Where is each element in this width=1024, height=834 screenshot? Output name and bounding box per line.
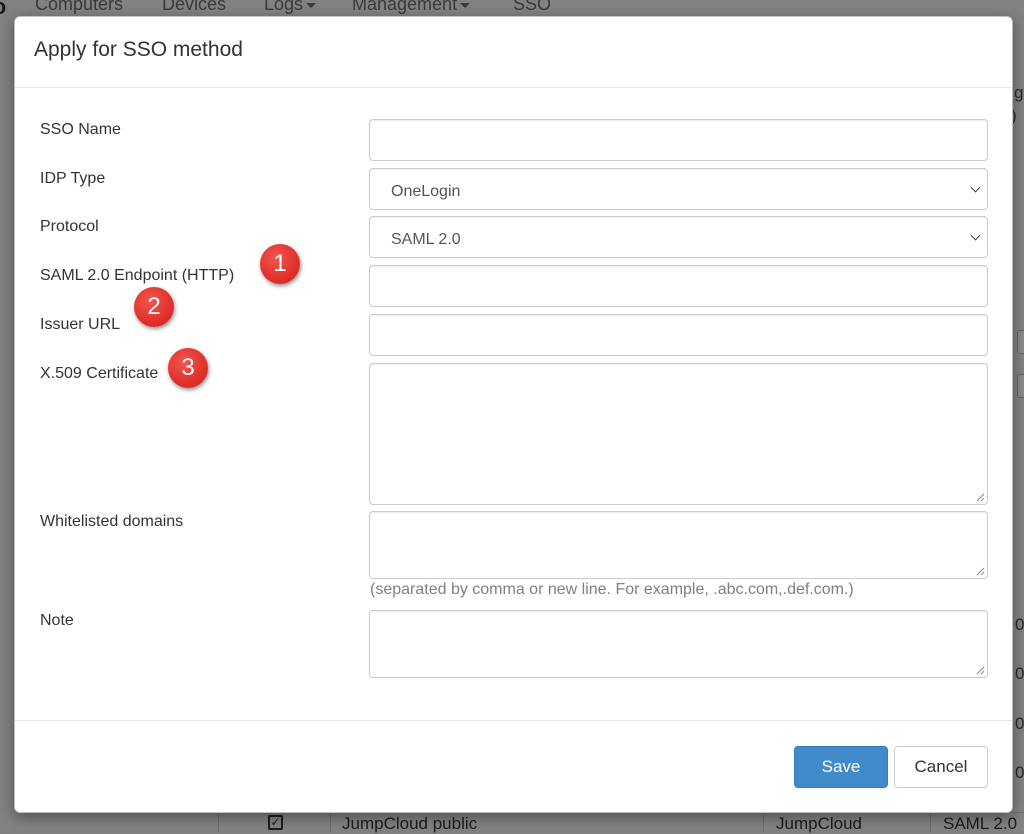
resize-handle-icon[interactable] — [976, 567, 985, 576]
endpoint-input[interactable] — [369, 265, 988, 307]
nav-sso[interactable]: SSO — [513, 0, 551, 15]
background-text-fragment: g — [1014, 83, 1024, 102]
table-divider — [330, 813, 331, 832]
background-text-fragment: 0 — [1015, 664, 1024, 683]
table-divider — [930, 813, 931, 832]
modal-title: Apply for SSO method — [34, 38, 243, 61]
nav-computers[interactable]: Computers — [35, 0, 123, 15]
table-cell-protocol: SAML 2.0 — [943, 814, 1018, 833]
annotation-marker-3: 3 — [168, 348, 208, 388]
app-logo: ↄ — [0, 0, 7, 18]
table-cell-name: JumpCloud public — [342, 814, 478, 833]
whitelisted-domains-textarea[interactable] — [369, 511, 988, 579]
note-label: Note — [40, 612, 74, 629]
sso-name-input[interactable] — [369, 119, 988, 161]
chevron-down-icon — [970, 230, 981, 241]
checkbox-checked-icon[interactable]: ✓ — [268, 815, 283, 830]
modal-header: Apply for SSO method — [15, 17, 1012, 88]
caret-down-icon — [306, 2, 317, 8]
issuer-url-input[interactable] — [369, 314, 988, 356]
protocol-value: SAML 2.0 — [391, 231, 461, 248]
background-text-fragment: 0 — [1015, 714, 1024, 733]
nav-management-label: Management — [352, 0, 458, 14]
background-select-fragment — [1017, 374, 1024, 398]
background-text-fragment: 0 — [1015, 763, 1024, 782]
whitelisted-domains-label: Whitelisted domains — [40, 513, 184, 530]
whitelisted-domains-help: (separated by comma or new line. For exa… — [370, 581, 854, 598]
certificate-textarea[interactable] — [369, 363, 988, 505]
nav-devices[interactable]: Devices — [162, 0, 226, 15]
sso-name-label: SSO Name — [40, 121, 121, 138]
idp-type-value: OneLogin — [391, 183, 461, 200]
idp-type-label: IDP Type — [40, 170, 106, 187]
save-button[interactable]: Save — [794, 746, 888, 788]
idp-type-select[interactable]: OneLogin — [369, 168, 988, 210]
sso-modal: Apply for SSO method SSO Name IDP Type O… — [14, 16, 1013, 813]
endpoint-label: SAML 2.0 Endpoint (HTTP) — [40, 267, 235, 284]
table-divider — [763, 813, 764, 832]
annotation-marker-2: 2 — [134, 287, 174, 327]
background-select-fragment — [1017, 330, 1024, 354]
caret-down-icon — [460, 2, 471, 8]
background-table-row: ✓ JumpCloud public JumpCloud SAML 2.0 — [210, 812, 1024, 833]
note-textarea[interactable] — [369, 610, 988, 678]
certificate-label: X.509 Certificate — [40, 365, 159, 382]
table-cell-idp: JumpCloud — [776, 814, 862, 833]
chevron-down-icon — [970, 182, 981, 193]
background-text-fragment: 0 — [1015, 615, 1024, 634]
nav-management[interactable]: Management — [352, 0, 471, 15]
nav-logs[interactable]: Logs — [264, 0, 317, 15]
modal-footer: Save Cancel — [15, 720, 1012, 814]
protocol-select[interactable]: SAML 2.0 — [369, 216, 988, 258]
resize-handle-icon[interactable] — [976, 493, 985, 502]
protocol-label: Protocol — [40, 218, 99, 235]
issuer-url-label: Issuer URL — [40, 316, 121, 333]
resize-handle-icon[interactable] — [976, 666, 985, 675]
cancel-button[interactable]: Cancel — [894, 746, 988, 788]
table-divider — [218, 813, 219, 832]
annotation-marker-1: 1 — [260, 244, 300, 284]
nav-logs-label: Logs — [264, 0, 304, 14]
